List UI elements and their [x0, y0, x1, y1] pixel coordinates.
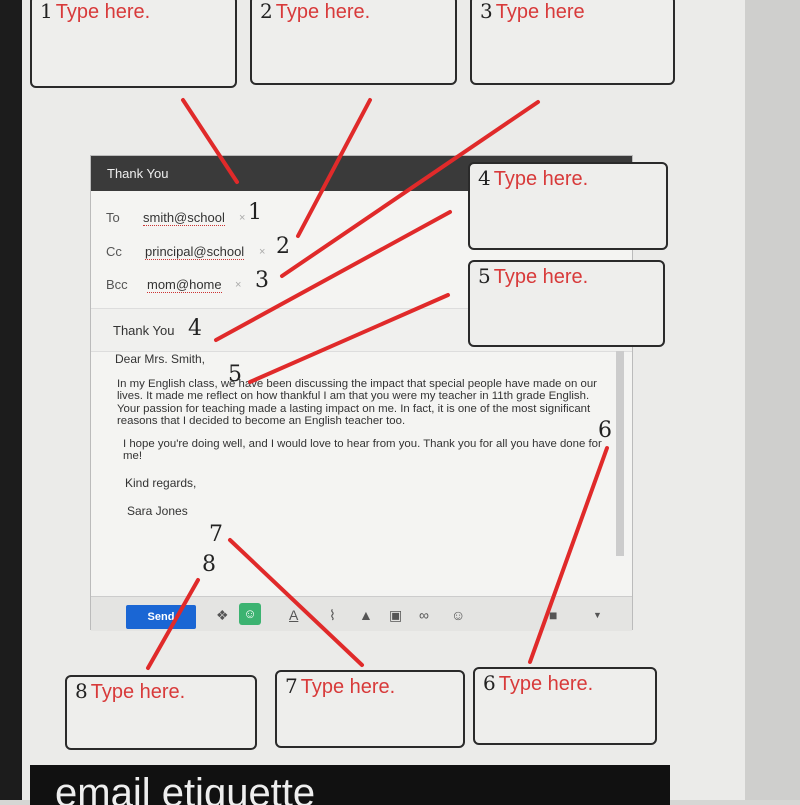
mark-4: 4: [188, 316, 202, 341]
remove-icon[interactable]: ×: [235, 279, 241, 291]
subject-text: Thank You: [113, 323, 175, 338]
mark-2: 2: [276, 234, 290, 259]
body-paragraph-1: In my English class, we have been discus…: [117, 377, 597, 428]
send-button[interactable]: Send: [126, 605, 196, 629]
more-options-icon[interactable]: ▼: [593, 610, 602, 620]
box-placeholder: Type here: [495, 1, 585, 23]
box-number: 1: [40, 0, 53, 23]
box-placeholder: Type here.: [493, 168, 589, 190]
signature: Sara Jones: [127, 504, 188, 518]
cc-label: Cc: [106, 244, 122, 259]
box-placeholder: Type here.: [498, 673, 594, 695]
worksheet-title-banner: email etiquette: [30, 765, 670, 805]
closing: Kind regards,: [125, 475, 197, 490]
box-number: 8: [75, 679, 88, 703]
box-placeholder: Type here.: [275, 1, 371, 23]
email-body[interactable]: Dear Mrs. Smith, In my English class, we…: [103, 353, 613, 593]
greeting: Dear Mrs. Smith,: [115, 352, 206, 366]
compose-toolbar: Send ❖ ☺ A ⌇ ▲ ▣ ∞ ☺ ■ ▼: [91, 596, 632, 631]
remove-icon[interactable]: ×: [259, 246, 265, 258]
emoji-icon[interactable]: ☺: [451, 607, 465, 623]
attach-icon[interactable]: ⌇: [329, 607, 336, 624]
formatting-icon[interactable]: A: [289, 607, 298, 623]
mark-7: 7: [209, 522, 223, 547]
mark-6: 6: [598, 418, 612, 443]
box-number: 2: [260, 0, 273, 23]
box-number: 7: [285, 674, 298, 698]
answer-box-7[interactable]: 7 Type here.: [275, 670, 465, 748]
answer-box-3[interactable]: 3 Type here: [470, 0, 675, 85]
mark-3: 3: [255, 268, 269, 293]
box-placeholder: Type here.: [90, 681, 186, 703]
screen-edge: [745, 0, 800, 800]
link-icon[interactable]: ∞: [419, 607, 429, 623]
answer-box-6[interactable]: 6 Type here.: [473, 667, 657, 745]
scrollbar[interactable]: [616, 351, 624, 556]
box-number: 6: [483, 671, 496, 695]
answer-box-8[interactable]: 8 Type here.: [65, 675, 257, 750]
box-placeholder: Type here.: [55, 1, 151, 23]
bitmoji-icon[interactable]: ☺: [239, 603, 261, 625]
photo-icon[interactable]: ▣: [389, 607, 402, 624]
drive-icon[interactable]: ▲: [359, 607, 373, 623]
box-number: 4: [478, 166, 491, 190]
mark-1: 1: [248, 200, 262, 225]
box-placeholder: Type here.: [493, 266, 589, 288]
remove-icon[interactable]: ×: [239, 212, 245, 224]
dropbox-icon[interactable]: ❖: [216, 607, 229, 624]
cc-address[interactable]: principal@school: [145, 244, 245, 260]
box-number: 5: [478, 264, 491, 288]
mark-8: 8: [202, 552, 216, 577]
box-number: 3: [480, 0, 493, 23]
answer-box-1[interactable]: 1 Type here.: [30, 0, 237, 88]
body-paragraph-2: I hope you're doing well, and I would lo…: [123, 437, 602, 463]
to-address[interactable]: smith@school: [143, 210, 225, 226]
bcc-label: Bcc: [106, 277, 128, 292]
answer-box-4[interactable]: 4 Type here.: [468, 162, 668, 250]
answer-box-2[interactable]: 2 Type here.: [250, 0, 457, 85]
to-label: To: [106, 210, 120, 225]
answer-box-5[interactable]: 5 Type here.: [468, 260, 665, 347]
box-placeholder: Type here.: [300, 676, 396, 698]
trash-icon[interactable]: ■: [549, 607, 557, 623]
bcc-address[interactable]: mom@home: [147, 277, 222, 293]
mark-5: 5: [228, 362, 242, 387]
